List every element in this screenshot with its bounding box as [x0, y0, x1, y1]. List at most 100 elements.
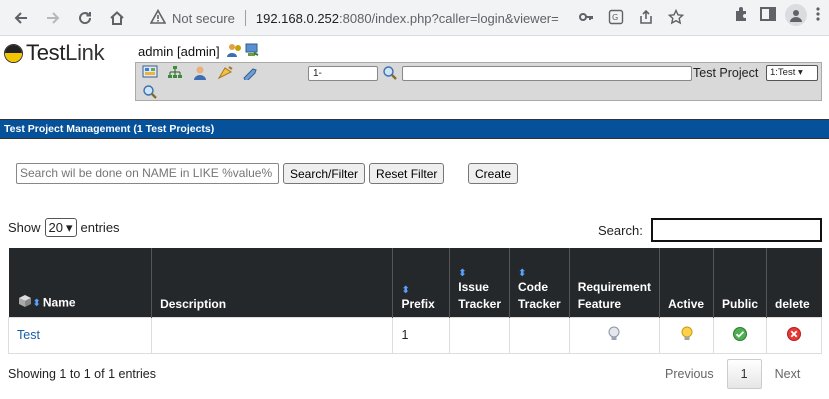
testlink-logo[interactable]: TestLink	[4, 40, 105, 66]
table-row: Test 1	[7, 316, 822, 354]
star-icon[interactable]	[667, 8, 685, 28]
cell-issue-tracker	[449, 316, 510, 354]
user-icon[interactable]	[191, 65, 208, 80]
test-project-select-value: 1:Test	[770, 67, 796, 78]
cell-code-tracker	[509, 316, 570, 354]
warning-icon[interactable]	[149, 8, 167, 28]
check-icon[interactable]	[733, 326, 748, 344]
table-search-input[interactable]	[650, 218, 822, 242]
search-icon[interactable]	[142, 84, 158, 103]
column-prefix[interactable]: ⬍ Prefix	[392, 248, 451, 317]
pagination: Previous 1 Next	[652, 359, 813, 389]
project-name-link[interactable]: Test	[17, 328, 40, 342]
security-label[interactable]: Not secure	[172, 11, 235, 26]
cell-description	[151, 316, 394, 354]
user-settings-icon[interactable]	[226, 42, 242, 61]
svg-text:G: G	[612, 13, 618, 22]
translate-icon[interactable]: G	[608, 9, 624, 28]
projects-table: ⬍ Name Description ⬍ Prefix ⬍ Issue Tracker …	[7, 248, 822, 354]
next-button[interactable]: Next	[762, 360, 814, 388]
sort-icon: ⬍	[401, 284, 410, 296]
table-info: Showing 1 to 1 of 1 entries	[8, 367, 157, 381]
column-issue-tracker-label-2: Tracker	[458, 296, 501, 311]
entries-select[interactable]: 20 ▾	[44, 218, 77, 237]
search-label: Search:	[598, 222, 643, 238]
side-panel-icon[interactable]	[759, 5, 777, 26]
create-button[interactable]: Create	[468, 163, 519, 184]
column-delete-label: delete	[775, 296, 810, 311]
column-code-tracker-label-1: Code	[518, 279, 548, 294]
tree-structure-icon[interactable]	[166, 65, 183, 80]
show-label: Show	[8, 220, 41, 235]
profile-avatar[interactable]	[785, 4, 807, 26]
cell-active	[659, 316, 715, 354]
column-description[interactable]: Description	[151, 248, 394, 317]
search-filter-button[interactable]: Search/Filter	[283, 163, 366, 184]
column-requirement-feature[interactable]: Requirement Feature	[569, 248, 661, 317]
logo-text-link: Link	[65, 40, 105, 65]
cell-public	[713, 316, 768, 354]
column-description-label: Description	[160, 296, 227, 311]
column-public[interactable]: Public	[713, 248, 768, 317]
home-icon[interactable]	[102, 3, 132, 33]
delete-icon[interactable]	[787, 326, 802, 344]
logout-icon[interactable]	[244, 42, 260, 61]
show-entries: Show 20 ▾ entries	[8, 218, 120, 237]
test-project-select[interactable]: 1:Test ▾	[766, 65, 818, 81]
url-path: :8080/index.php?caller=login&viewer=	[339, 10, 559, 26]
cell-prefix: 1	[392, 316, 451, 354]
table-search: Search:	[598, 218, 822, 242]
table-header-row: ⬍ Name Description ⬍ Prefix ⬍ Issue Tracker …	[8, 248, 822, 317]
column-name[interactable]: ⬍ Name	[8, 248, 153, 317]
desktop-icon[interactable]	[141, 65, 158, 80]
filter-form: Search wil be done on NAME in LIKE %valu…	[16, 163, 445, 184]
logo-mark-icon	[4, 43, 23, 63]
back-icon[interactable]	[6, 3, 36, 33]
entries-label: entries	[80, 220, 120, 235]
cube-icon	[17, 294, 33, 313]
column-code-tracker[interactable]: ⬍ Code Tracker	[509, 248, 570, 317]
extensions-icon[interactable]	[733, 5, 751, 26]
divider	[244, 10, 246, 26]
cell-requirement-feature	[568, 316, 661, 354]
column-code-tracker-label-2: Tracker	[518, 296, 561, 311]
chevron-down-icon: ▾	[66, 219, 73, 235]
reload-icon[interactable]	[70, 3, 100, 33]
browser-toolbar: Not secure 192.168.0.252:8080/index.php?…	[0, 0, 829, 36]
url-host: 192.168.0.252	[255, 10, 340, 26]
column-active-label: Active	[668, 296, 705, 311]
main-toolbar: 1- Test Project 1:Test ▾	[135, 62, 822, 101]
column-issue-tracker[interactable]: ⬍ Issue Tracker	[449, 248, 510, 317]
plugin-icon[interactable]	[241, 65, 258, 80]
filter-input[interactable]: Search wil be done on NAME in LIKE %valu…	[16, 163, 279, 184]
previous-button[interactable]: Previous	[652, 360, 727, 388]
lightbulb-off-icon[interactable]	[607, 326, 621, 345]
column-requirement-label-2: Feature	[577, 296, 622, 311]
url-text[interactable]: 192.168.0.252:8080/index.php?caller=logi…	[256, 11, 586, 26]
column-active[interactable]: Active	[659, 248, 715, 317]
key-icon[interactable]	[578, 9, 594, 28]
sort-icon: ⬍	[458, 267, 467, 279]
events-icon[interactable]	[216, 65, 233, 80]
search-test-case-input[interactable]	[402, 66, 692, 81]
page-1-button[interactable]: 1	[726, 359, 762, 389]
logo-text: TestLink	[26, 40, 105, 66]
kebab-menu-icon[interactable]	[815, 5, 821, 26]
page-title: Test Project Management (1 Test Projects…	[0, 119, 829, 139]
user-label: admin [admin]	[138, 44, 220, 59]
column-delete[interactable]: delete	[766, 248, 822, 317]
sort-icon: ⬍	[518, 267, 527, 279]
share-icon[interactable]	[638, 9, 654, 28]
address-bar[interactable]: Not secure 192.168.0.252:8080/index.php?…	[140, 4, 692, 32]
column-issue-tracker-label-1: Issue	[458, 279, 489, 294]
build-select[interactable]: 1-	[308, 66, 378, 81]
cell-name: Test	[7, 316, 153, 354]
column-prefix-label: Prefix	[401, 296, 435, 311]
sort-icon: ⬍	[32, 298, 41, 310]
search-icon[interactable]	[382, 65, 398, 84]
reset-filter-button[interactable]: Reset Filter	[369, 163, 445, 184]
forward-icon[interactable]	[38, 3, 68, 33]
entries-select-value: 20	[48, 220, 63, 235]
cell-delete	[766, 316, 822, 354]
lightbulb-on-icon[interactable]	[680, 326, 694, 345]
